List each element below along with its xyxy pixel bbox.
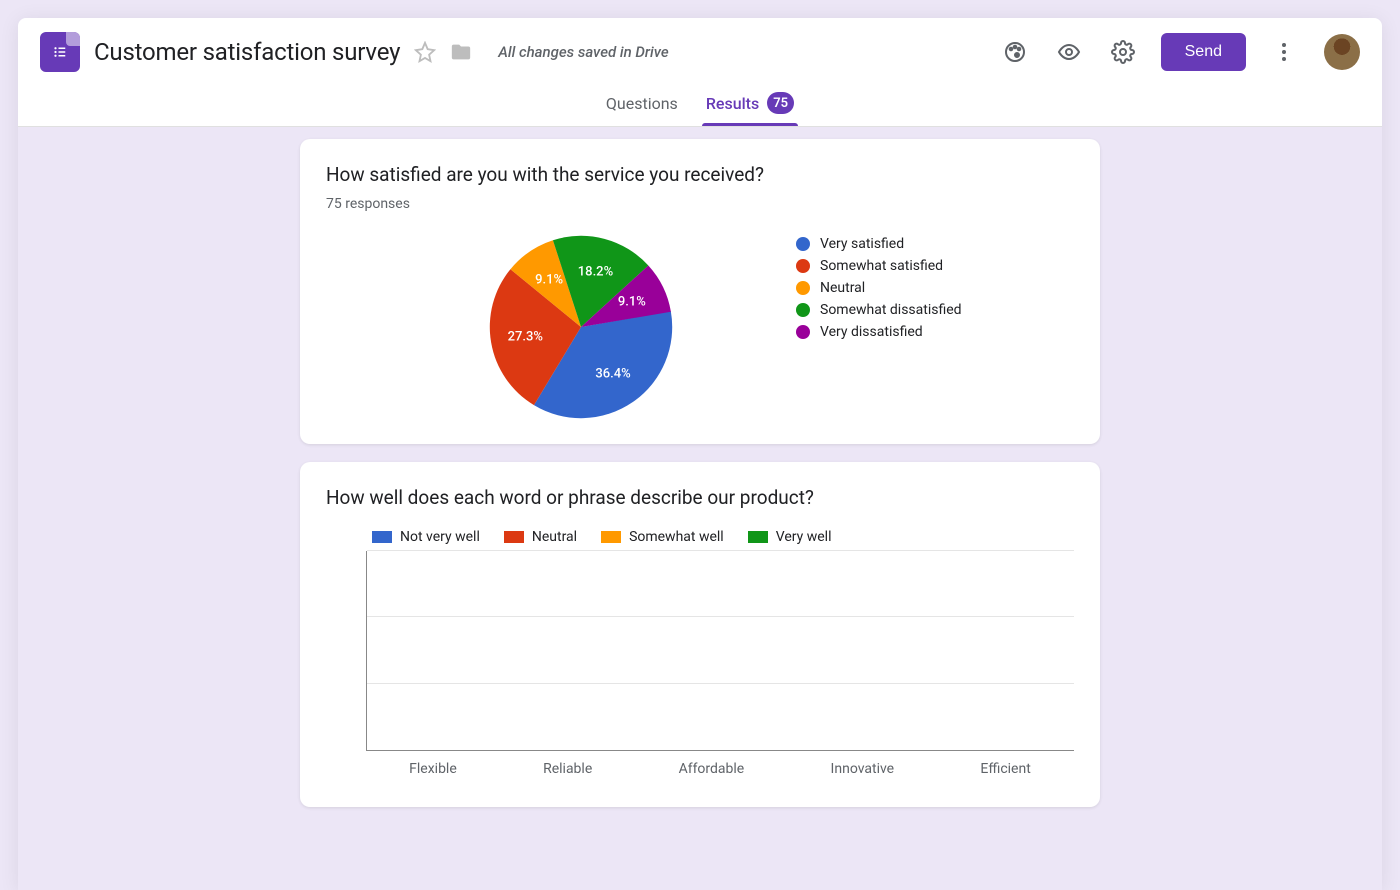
legend-item: Somewhat well — [601, 529, 724, 545]
legend-label: Somewhat dissatisfied — [820, 302, 962, 318]
x-axis-label: Reliable — [543, 761, 592, 777]
question-title: How satisfied are you with the service y… — [326, 163, 1074, 186]
more-icon[interactable] — [1264, 32, 1304, 72]
app-window: Customer satisfaction survey All changes… — [18, 18, 1382, 890]
results-count-badge: 75 — [767, 92, 794, 114]
legend-label: Very well — [776, 529, 832, 545]
content-area: How satisfied are you with the service y… — [18, 127, 1382, 890]
legend-swatch — [748, 531, 768, 543]
legend-label: Neutral — [532, 529, 577, 545]
legend-label: Not very well — [400, 529, 480, 545]
tab-label: Questions — [606, 94, 678, 113]
preview-icon[interactable] — [1049, 32, 1089, 72]
legend-swatch — [796, 237, 810, 251]
pie-slice-label: 9.1% — [535, 273, 563, 288]
legend-swatch — [372, 531, 392, 543]
send-button[interactable]: Send — [1161, 33, 1246, 71]
legend-label: Very satisfied — [820, 236, 904, 252]
legend-label: Very dissatisfied — [820, 324, 923, 340]
settings-icon[interactable] — [1103, 32, 1143, 72]
x-axis-label: Affordable — [679, 761, 745, 777]
theme-icon[interactable] — [995, 32, 1035, 72]
legend-swatch — [796, 281, 810, 295]
legend-swatch — [796, 303, 810, 317]
legend-label: Neutral — [820, 280, 865, 296]
avatar[interactable] — [1324, 34, 1360, 70]
legend-label: Somewhat well — [629, 529, 724, 545]
legend-item: Very well — [748, 529, 832, 545]
legend-item: Very satisfied — [796, 236, 962, 252]
forms-logo-icon[interactable] — [40, 32, 80, 72]
legend-item: Not very well — [372, 529, 480, 545]
bar-legend: Not very well Neutral Somewhat well Very we… — [372, 529, 1074, 545]
legend-swatch — [504, 531, 524, 543]
legend-label: Somewhat satisfied — [820, 258, 943, 274]
tab-questions[interactable]: Questions — [602, 82, 682, 126]
legend-item: Very dissatisfied — [796, 324, 962, 340]
legend-swatch — [796, 259, 810, 273]
legend-item: Somewhat dissatisfied — [796, 302, 962, 318]
legend-item: Neutral — [796, 280, 962, 296]
question-card-bar: How well does each word or phrase descri… — [300, 462, 1100, 807]
legend-item: Neutral — [504, 529, 577, 545]
legend-swatch — [796, 325, 810, 339]
pie-chart: 36.4% 27.3% 9.1% 18.2% 9.1% — [486, 232, 676, 422]
question-card-pie: How satisfied are you with the service y… — [300, 139, 1100, 444]
save-status: All changes saved in Drive — [498, 43, 668, 61]
bar-chart: Not very well Neutral Somewhat well Very we… — [326, 519, 1074, 777]
tab-results[interactable]: Results 75 — [702, 82, 798, 126]
x-axis-label: Efficient — [980, 761, 1030, 777]
form-title[interactable]: Customer satisfaction survey — [94, 38, 400, 66]
question-title: How well does each word or phrase descri… — [326, 486, 1074, 509]
pie-slice-label: 18.2% — [578, 265, 613, 280]
pie-slice-label: 27.3% — [508, 329, 543, 344]
responses-count: 75 responses — [326, 196, 1074, 212]
pie-slice-label: 36.4% — [595, 366, 630, 381]
star-icon[interactable] — [414, 41, 436, 63]
legend-item: Somewhat satisfied — [796, 258, 962, 274]
x-axis-label: Innovative — [831, 761, 895, 777]
tab-label: Results — [706, 94, 759, 113]
x-axis-label: Flexible — [409, 761, 457, 777]
header: Customer satisfaction survey All changes… — [18, 18, 1382, 76]
tabs: Questions Results 75 — [18, 76, 1382, 127]
pie-legend: Very satisfied Somewhat satisfied Neutral S… — [796, 232, 962, 340]
legend-swatch — [601, 531, 621, 543]
pie-slice-label: 9.1% — [618, 295, 646, 310]
folder-icon[interactable] — [450, 41, 472, 63]
